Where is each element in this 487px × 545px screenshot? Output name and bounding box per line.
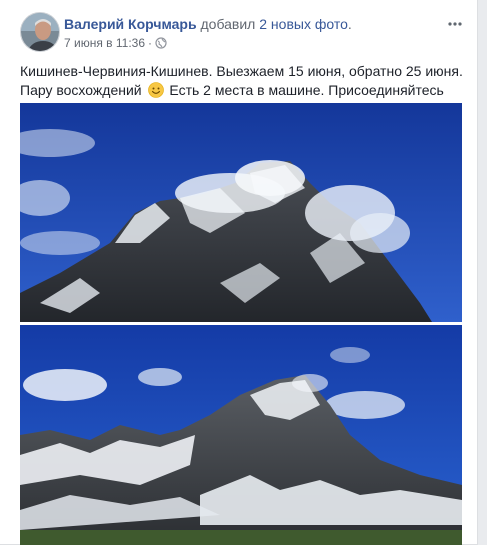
post-text-line-2-end: Есть 2 места в машине. Присоединяйтесь [169,82,444,98]
post-meta: Валерий Корчмарь добавил 2 новых фото. 7… [64,15,352,53]
post-timestamp-line: 7 июня в 11:36 · [64,35,352,53]
post-timestamp[interactable]: 7 июня в 11:36 [64,36,145,50]
smile-emoji-icon [147,82,164,98]
globe-icon[interactable] [155,37,167,53]
post-text: Кишинев-Червиния-Кишинев. Выезжаем 15 ию… [20,62,470,100]
photo-1[interactable] [20,103,462,322]
feed-post: Валерий Корчмарь добавил 2 новых фото. 7… [0,0,478,545]
action-text: добавил [200,16,256,32]
post-header: Валерий Корчмарь добавил 2 новых фото. 7… [20,12,463,54]
action-end: . [347,16,352,32]
post-title-line: Валерий Корчмарь добавил 2 новых фото. [64,15,352,33]
more-options-icon[interactable] [447,16,463,32]
post-text-line-1: Кишинев-Червиния-Кишинев. Выезжаем 15 ию… [20,63,463,79]
author-name[interactable]: Валерий Корчмарь [64,16,197,32]
post-text-line-2: Пару восхождений Есть 2 места в машине. … [20,81,470,100]
post-text-line-2-start: Пару восхождений [20,82,142,98]
avatar[interactable] [20,12,60,52]
photo-2[interactable] [20,325,462,545]
new-photos-link[interactable]: 2 новых фото [259,16,348,32]
separator-dot: · [148,36,153,50]
